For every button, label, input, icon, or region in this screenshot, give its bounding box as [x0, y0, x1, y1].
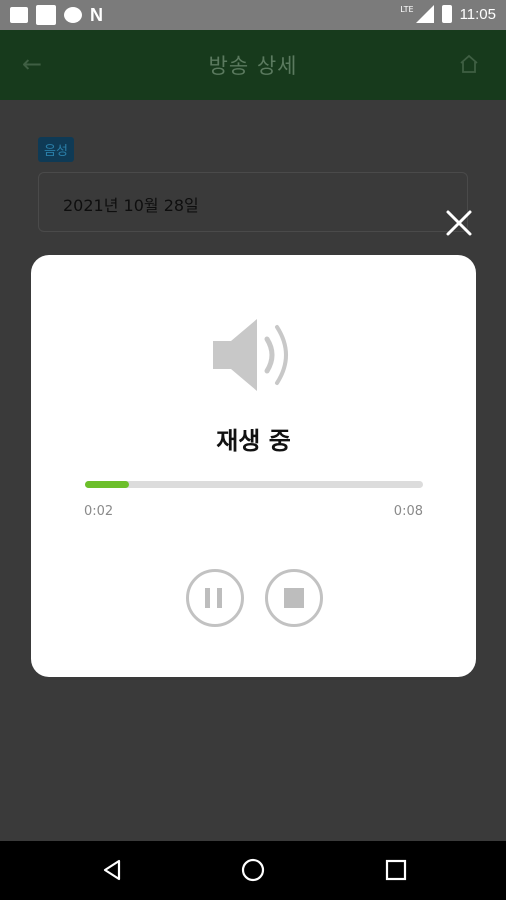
total-duration: 0:08: [393, 504, 423, 519]
stop-icon: [284, 588, 304, 608]
network-type: LTE: [400, 4, 414, 14]
nav-back-icon[interactable]: [100, 858, 124, 882]
signal-icon: [415, 5, 434, 23]
date-text: 2021년 10월 28일: [63, 196, 199, 215]
audio-player-dialog: 재생 중 0:02 0:08: [31, 255, 476, 677]
app-header: ← 방송 상세: [0, 30, 506, 100]
pause-button[interactable]: [186, 569, 244, 627]
progress-bar[interactable]: [85, 481, 423, 488]
battery-icon: [441, 5, 452, 23]
pause-icon: [205, 588, 210, 608]
stop-button[interactable]: [265, 569, 323, 627]
system-nav-bar: [0, 841, 506, 900]
home-icon[interactable]: [458, 53, 480, 75]
nav-home-icon[interactable]: [241, 858, 265, 882]
page-title: 방송 상세: [208, 54, 298, 78]
elapsed-time: 0:02: [84, 504, 114, 519]
speaker-icon: [213, 319, 288, 391]
nav-recents-icon[interactable]: [384, 858, 408, 882]
close-icon[interactable]: [444, 208, 474, 238]
progress-fill: [85, 481, 129, 488]
status-notifications: N: [10, 5, 103, 25]
status-indicators: LTE 11:05: [400, 5, 496, 23]
notification-icon: [10, 7, 28, 23]
search-icon: [64, 7, 82, 23]
type-badge: 음성: [38, 137, 74, 162]
n-icon: N: [90, 5, 103, 25]
date-field: 2021년 10월 28일: [38, 172, 468, 232]
square-icon: [36, 5, 56, 25]
clock: 11:05: [459, 5, 496, 23]
playback-status: 재생 중: [216, 427, 291, 455]
pause-icon-bar: [217, 588, 222, 608]
status-bar: N LTE 11:05: [0, 0, 506, 30]
